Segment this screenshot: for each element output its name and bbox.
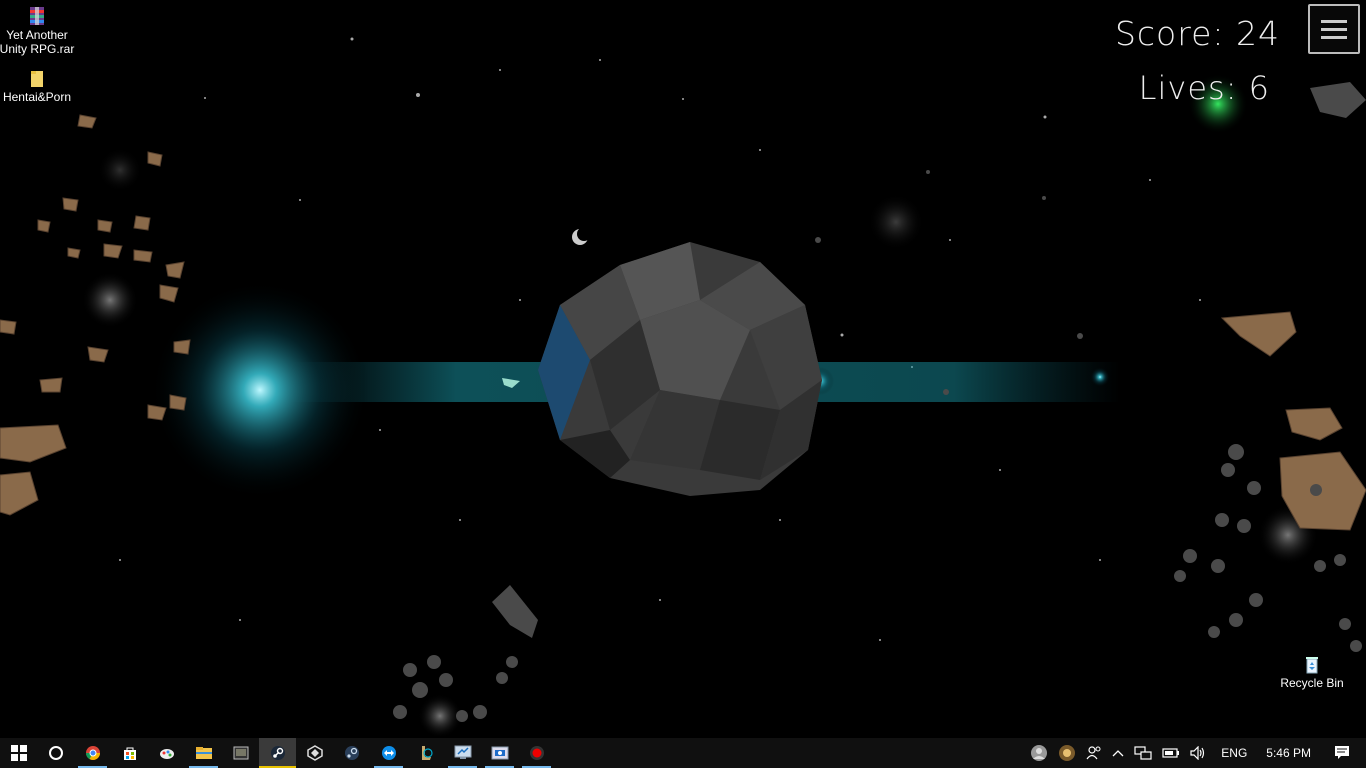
teamviewer-icon [381,746,396,760]
cortana-search-icon [48,746,63,760]
steam-icon [270,746,285,760]
desktop-icon-label: Unity RPG.rar [0,42,75,56]
menu-button[interactable] [1308,4,1360,54]
taskbar-teamviewer[interactable] [370,738,407,768]
remote-desktop-icon [454,745,471,759]
space-scene [0,37,1366,738]
people-icon [1086,746,1101,760]
volume-icon [1190,746,1205,760]
vmware-icon [491,746,508,760]
folder-icon [31,71,43,87]
tray-action-center[interactable] [1334,745,1350,761]
taskbar-paint[interactable] [148,738,185,768]
desktop-icon-label: Hentai&Porn [2,90,72,104]
tray-app-icon[interactable] [1058,744,1076,762]
desktop-icon-label: Yet Another [6,28,68,42]
action-center-icon [1335,746,1349,759]
tray-people[interactable] [1086,745,1102,761]
taskbar-media-player[interactable] [222,738,259,768]
tray-show-hidden[interactable] [1112,748,1124,758]
taskbar-recorder[interactable] [518,738,555,768]
paint-icon [159,749,174,759]
avatar-icon [1031,745,1048,761]
central-asteroid [538,242,822,496]
system-tray: ENG 5:46 PM [1025,738,1366,768]
recycle-bin-icon [1306,657,1318,674]
desktop-icon-label: Recycle Bin [1280,676,1344,690]
windows-start-icon [10,745,27,761]
taskbar-remote-desktop[interactable] [444,738,481,768]
file-explorer-icon [195,747,212,759]
record-icon [529,746,544,760]
taskbar-steam-client[interactable] [333,738,370,768]
taskbar: ENG 5:46 PM [0,738,1366,768]
steam-client-icon [344,746,359,760]
taskbar-steam-game[interactable] [259,738,296,768]
taskbar-unity[interactable] [296,738,333,768]
chrome-icon [85,746,100,760]
store-icon [123,747,136,760]
winrar-archive-icon [30,7,44,25]
tray-avatar[interactable] [1030,744,1048,762]
game-launcher-icon [1059,745,1076,761]
tray-battery[interactable] [1162,747,1180,759]
desktop-icon-recycle-bin[interactable]: Recycle Bin [1272,656,1352,690]
unity-icon [306,745,323,761]
league-icon [421,746,433,760]
tray-volume[interactable] [1190,746,1206,760]
tray-clock[interactable]: 5:46 PM [1266,746,1311,760]
taskbar-store[interactable] [111,738,148,768]
taskbar-vmware[interactable] [481,738,518,768]
chevron-up-icon [1112,750,1124,757]
lives-display: Lives: 6 [1138,69,1270,107]
media-player-icon [233,746,248,760]
tray-language[interactable]: ENG [1221,746,1247,760]
cortana-button[interactable] [37,738,74,768]
hamburger-menu-icon [1321,19,1347,23]
tray-network[interactable] [1134,745,1152,761]
desktop-icon-rar[interactable]: Yet Another Unity RPG.rar [0,6,77,56]
taskbar-league[interactable] [407,738,444,768]
score-display: Score: 24 [1114,14,1280,53]
taskbar-file-explorer[interactable] [185,738,222,768]
start-button[interactable] [0,738,37,768]
taskbar-chrome[interactable] [74,738,111,768]
network-icon [1134,746,1152,760]
desktop-icon-folder[interactable]: Hentai&Porn [0,70,77,104]
battery-icon [1162,748,1180,758]
